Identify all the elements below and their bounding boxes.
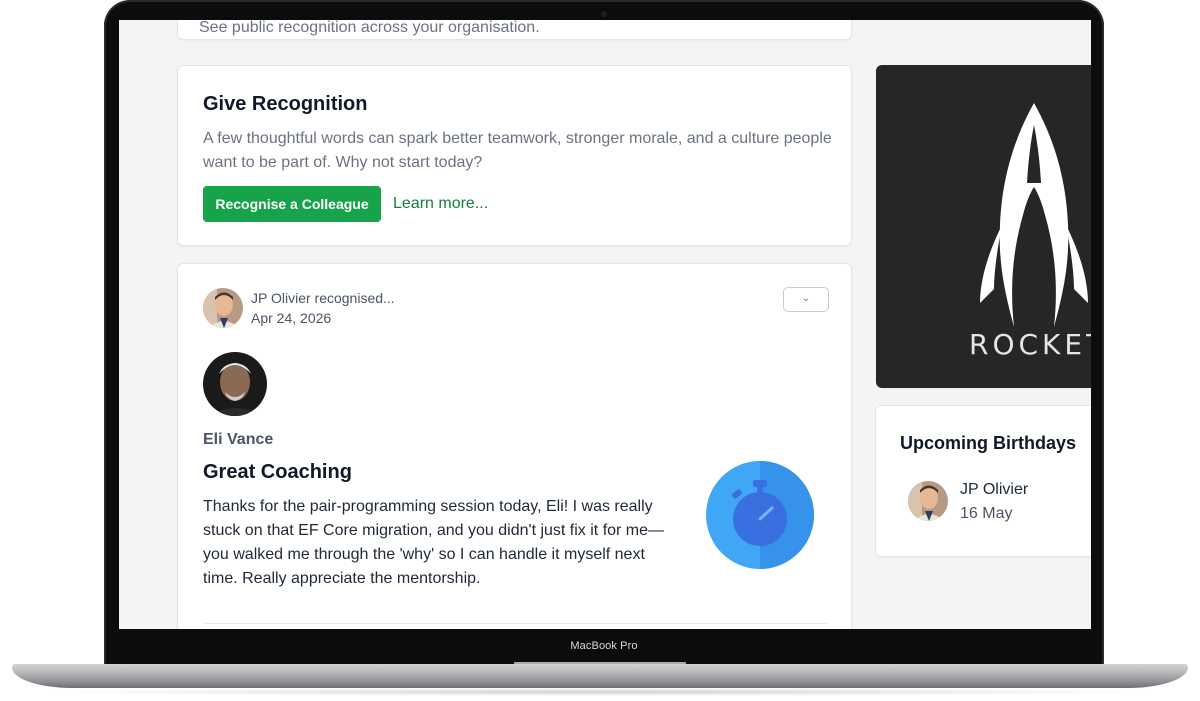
post-divider xyxy=(203,623,828,624)
give-recognition-card: Give Recognition A few thoughtful words … xyxy=(177,65,852,246)
birthdays-title: Upcoming Birthdays xyxy=(900,433,1077,453)
post-options-button[interactable]: ⌄ xyxy=(783,287,829,312)
birthday-date: 16 May xyxy=(960,505,1013,522)
feed-header-card: See public recognition across your organ… xyxy=(177,20,852,40)
feed-subtitle: See public recognition across your organ… xyxy=(199,20,540,36)
award-message: Thanks for the pair-programming session … xyxy=(203,498,665,587)
app-screen: See public recognition across your organ… xyxy=(119,20,1091,629)
device-label: MacBook Pro xyxy=(570,640,638,652)
laptop-shadow xyxy=(40,688,1160,696)
give-recognition-title: Give Recognition xyxy=(203,93,368,115)
learn-more-link[interactable]: Learn more... xyxy=(393,195,488,213)
banner-logo-text: ROCKET xyxy=(969,328,1091,361)
recipient-name[interactable]: Eli Vance xyxy=(203,431,273,449)
stopwatch-icon xyxy=(706,461,814,569)
poster-avatar[interactable] xyxy=(203,288,243,328)
avatar[interactable] xyxy=(908,481,948,521)
rocket-banner: ROCKET xyxy=(876,65,1091,388)
award-title: Great Coaching xyxy=(203,461,352,483)
camera-icon xyxy=(601,11,607,17)
chevron-down-icon: ⌄ xyxy=(801,293,811,304)
recognition-post-card: JP Olivier recognised... Apr 24, 2026 ⌄ … xyxy=(177,263,852,629)
give-recognition-description: A few thoughtful words can spark better … xyxy=(203,130,832,171)
upcoming-birthdays-card: Upcoming Birthdays JP Olivier 16 May xyxy=(875,405,1091,557)
poster-line[interactable]: JP Olivier recognised... xyxy=(251,290,395,306)
recipient-avatar[interactable] xyxy=(203,352,267,416)
birthday-name[interactable]: JP Olivier xyxy=(960,481,1028,499)
post-date: Apr 24, 2026 xyxy=(251,310,332,326)
recognise-colleague-button[interactable]: Recognise a Colleague xyxy=(203,186,381,222)
laptop-base xyxy=(12,664,1188,688)
